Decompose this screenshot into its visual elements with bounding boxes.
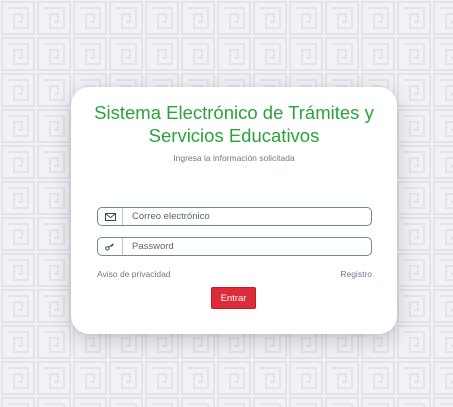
envelope-icon [98,208,123,225]
register-link[interactable]: Registro [340,269,372,280]
login-card: Sistema Electrónico de Trámites y Servic… [71,87,397,334]
subtitle: Ingresa la información solicitada [173,153,295,163]
page-title: Sistema Electrónico de Trámites y Servic… [94,102,374,146]
password-field[interactable] [97,237,372,256]
privacy-notice-link[interactable]: Aviso de privacidad [97,269,171,280]
password-input[interactable] [123,238,371,255]
login-button[interactable]: Entrar [211,287,256,309]
email-field[interactable] [97,207,372,226]
email-input[interactable] [123,208,371,225]
key-icon [98,238,123,255]
